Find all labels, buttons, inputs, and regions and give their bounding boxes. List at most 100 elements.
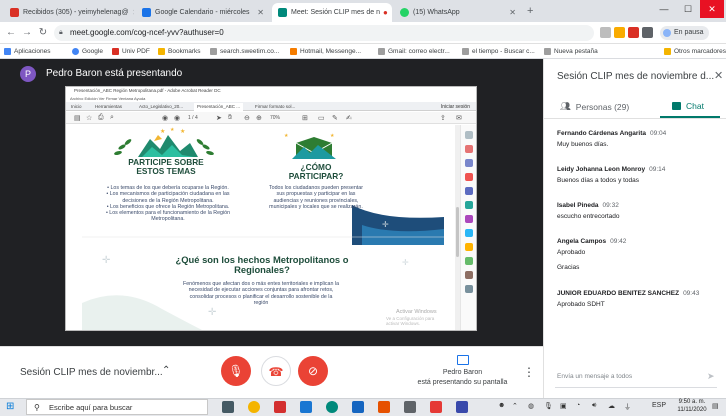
puzzle-icon[interactable] [642,27,653,38]
tab-gmail[interactable]: Recibidos (305) - yeimyhelenag@ ✕ [4,3,134,22]
powerpoint-icon[interactable] [378,401,390,413]
reload-icon[interactable]: ↻ [36,26,50,40]
mic-icon[interactable]: 🎙︎ [544,402,553,410]
word-icon[interactable] [300,401,312,413]
language-indicator[interactable]: ESP [652,402,666,409]
bookmark-apps[interactable]: Aplicaciones [4,46,51,57]
people-icon[interactable]: ☻ [498,402,505,409]
edge-icon[interactable] [326,401,338,413]
network-icon[interactable]: ◍ [528,402,534,410]
bookmark-other[interactable]: Otros marcadores [664,46,726,57]
send-icon[interactable]: ➤ [707,371,715,382]
search-icon: ⚲ [34,403,40,412]
more-options-icon[interactable]: ⋮ [523,365,535,379]
app-icon[interactable] [456,401,468,413]
pdf-app-icon[interactable] [430,401,442,413]
windows-watermark: Activar Windows [396,309,437,315]
acrobat-tab: Firmar formato sol... [255,104,296,109]
bookmark-hotmail[interactable]: Hotmail, Messenge... [290,46,361,57]
chevron-up-icon[interactable]: ⌃ [512,402,518,410]
mic-off-button[interactable]: 🎙︎ [221,356,251,386]
bookmark-eltiempo[interactable]: el tiempo - Buscar c... [462,46,535,57]
profile-paused-button[interactable]: En pausa [660,26,709,40]
svg-text:✛: ✛ [208,307,216,318]
app-icon[interactable] [404,401,416,413]
windows-start-icon[interactable]: ⊞ [6,401,14,412]
export-tool-icon [465,173,473,181]
tab-meet[interactable]: Meet: Sesión CLIP mes de n ● ✕ [272,3,392,22]
notification-icon[interactable]: ▤ [712,402,719,410]
acrobat-login: Iniciar sesión [440,104,470,110]
star-icon[interactable] [614,27,625,38]
google-icon [72,48,79,55]
section1-item: • Los elementos para el funcionamiento d… [105,210,231,223]
tab-calendar[interactable]: Google Calendario - miércoles ✕ [136,3,270,22]
lock-icon: 🔒︎ [59,29,63,36]
minimize-icon[interactable]: — [652,0,676,18]
fill-tool-icon [465,243,473,251]
close-icon[interactable]: ✕ [714,69,723,82]
bookmark-new-tab[interactable]: Nueva pestaña [544,46,598,57]
chat-message-sender: JUNIOR EDUARDO BENITEZ SANCHEZ 09:43 [557,290,700,297]
bookmark-label: Nueva pestaña [554,48,598,55]
meeting-name[interactable]: Sesión CLIP mes de noviembr... [20,367,163,378]
chat-message-text: Gracias [557,264,580,271]
back-icon[interactable]: ← [4,26,18,40]
chevron-up-icon[interactable]: ⌃ [162,365,170,376]
acrobat-tools-sidebar [460,125,476,330]
bookmark-gmail[interactable]: Gmail: correo electr... [378,46,450,57]
wifi-icon[interactable]: ◔ [576,402,580,409]
window-close-icon[interactable]: ✕ [700,0,724,18]
chat-message-text: Aprobado SDHT [557,301,605,308]
forward-icon[interactable]: → [20,26,34,40]
search-icon: ⌕ [110,114,114,121]
browser-tab-strip: Recibidos (305) - yeimyhelenag@ ✕ Google… [0,0,726,22]
tab-label: Google Calendario - miércoles [155,9,250,16]
tab-whatsapp[interactable]: (15) WhatsApp ✕ [394,3,522,22]
tab-people-label: Personas (29) [575,101,630,112]
present-screen-icon[interactable] [457,355,469,365]
acrobat-tab: Herramientas [95,104,123,109]
close-icon[interactable]: ✕ [388,8,393,17]
camera-off-button[interactable]: ⊘ [298,356,328,386]
cursor-icon: ➤ [216,115,222,122]
chrome-icon[interactable] [248,401,260,413]
maximize-icon[interactable]: ☐ [676,0,700,18]
bookmark-label: Bookmarks [168,48,201,55]
new-tab-icon[interactable]: + [527,5,533,17]
tab-chat[interactable]: Chat [672,101,704,111]
camera-icon[interactable] [600,27,611,38]
presenter-name: Pedro Baron [442,369,483,376]
close-icon[interactable]: ✕ [129,8,134,17]
camera-off-icon: ⊘ [307,364,319,378]
close-icon[interactable]: ✕ [253,8,264,17]
chat-input[interactable]: Envía un mensaje a todos [557,373,632,380]
tab-people[interactable]: 👥︎ Personas (29) [560,101,629,112]
tab-label: Recibidos (305) - yeimyhelenag@ [23,9,129,16]
bookmark-sweetim[interactable]: search.sweetim.co... [210,46,279,57]
zoom-in-icon: ⊕ [256,115,262,122]
task-view-icon[interactable] [222,401,234,413]
outlook-icon[interactable] [352,401,364,413]
close-icon[interactable]: ✕ [505,8,516,17]
svg-text:★: ★ [330,133,335,139]
url-input[interactable]: 🔒︎ meet.google.com/cog-ncef-yvv?authuser… [54,25,594,41]
bookmark-univ-pdf[interactable]: Univ PDF [112,46,150,57]
volume-icon[interactable]: 🔊︎ [592,402,596,410]
bookmark-google[interactable]: Google [72,46,103,57]
cloud-icon[interactable]: ☁︎ [608,402,615,410]
bookmark-bookmarks[interactable]: Bookmarks [158,46,201,57]
acrobat-icon[interactable] [274,401,286,413]
leave-call-button[interactable]: ☎︎ [261,356,291,386]
acrobat-tab: Presentación_ABC ... [194,103,244,111]
extension-icon[interactable] [628,27,639,38]
taskbar-time[interactable]: 9:50 a. m. [674,399,710,405]
taskbar-date[interactable]: 11/11/2020 [674,407,710,413]
bookmark-label: Univ PDF [122,48,150,55]
taskbar-search-input[interactable]: ⚲ Escribe aquí para buscar [26,399,208,415]
acrobat-menubar: Archivo Edición Ver Firmar Ventana Ayuda [70,96,146,101]
sign-tool-icon [465,215,473,223]
camera-icon[interactable]: ▣ [560,402,567,410]
acrobat-tab: Acto_Legislativo_20... [139,104,184,109]
usb-icon[interactable]: ⏚ [624,402,631,412]
